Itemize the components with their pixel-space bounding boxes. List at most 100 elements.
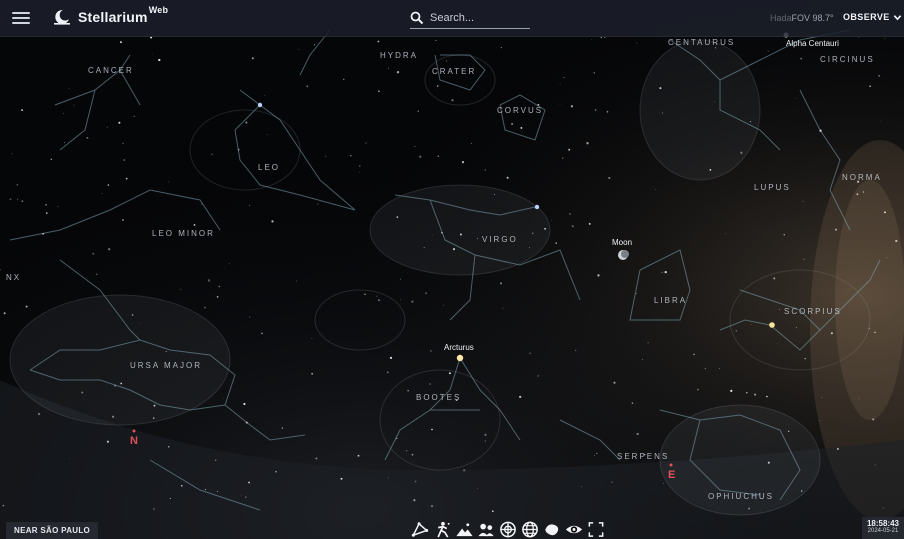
background-star [880,120,882,122]
background-star [357,454,360,457]
background-star [532,232,534,234]
background-star [168,181,169,183]
background-star [477,488,478,490]
observe-menu-button[interactable]: OBSERVE [843,12,902,22]
background-star [830,332,833,335]
background-star [555,242,557,244]
azimuthal-grid-icon[interactable] [498,520,518,539]
constellation-label: VIRGO [482,235,518,244]
constellation-lines-icon[interactable] [410,520,430,539]
background-star [69,458,71,460]
constellation-art-icon[interactable] [432,520,452,539]
night-mode-icon[interactable] [564,520,584,539]
background-star [340,477,343,480]
background-star [459,233,462,236]
background-star [874,464,876,466]
background-star [118,121,121,124]
background-star [311,338,313,339]
location-button[interactable]: NEAR SÃO PAULO [6,522,99,539]
background-star [484,440,486,442]
background-star [414,145,416,147]
fullscreen-icon[interactable] [586,520,606,539]
background-star [519,395,522,399]
background-star [364,293,366,295]
background-star [872,418,875,421]
object-label-moon[interactable]: Moon [612,238,632,247]
background-star [413,499,416,502]
arcturus-marker[interactable] [456,354,464,362]
background-star [719,368,720,369]
menu-icon[interactable] [12,9,30,27]
background-star [563,76,565,79]
background-star [214,459,217,462]
object-label-alpha-centauri[interactable]: Alpha Centauri [786,39,839,48]
background-star [63,142,65,143]
background-star [636,432,639,436]
spica-star[interactable] [534,204,540,210]
background-star [240,494,242,496]
background-star [491,510,494,513]
background-star [378,90,380,93]
background-star [249,204,251,206]
background-star [306,85,309,88]
landscape-icon[interactable] [454,520,474,539]
sky-view[interactable]: CANCER HYDRA CRATER CORVUS CENTAURUS CIR… [0,0,904,539]
background-star [452,248,456,251]
background-star [801,490,803,492]
background-star [342,78,345,81]
background-star [591,39,592,41]
background-star [748,507,751,510]
antares-star[interactable] [769,322,775,328]
background-star [631,402,634,404]
regulus-star[interactable] [257,102,263,108]
background-star [350,155,352,157]
background-star [63,113,65,114]
background-star [315,457,318,460]
background-star [749,120,752,123]
background-star [281,427,284,429]
background-star [869,85,871,88]
background-star [193,223,196,226]
background-star [559,83,561,85]
atmosphere-icon[interactable] [476,520,496,539]
nebulae-icon[interactable] [542,520,562,539]
background-star [714,47,717,49]
background-star [417,110,420,112]
background-star [107,184,110,186]
search-input[interactable] [430,12,526,24]
background-star [448,372,451,375]
background-star [551,220,552,221]
constellation-label: NX [6,273,21,282]
background-star [435,40,437,41]
background-star [123,159,126,161]
background-star [245,121,248,124]
background-star [388,67,390,69]
background-star [608,176,611,180]
background-star [261,332,263,335]
background-star [228,263,230,264]
background-star [96,273,98,275]
search-box[interactable] [410,8,530,29]
background-star [569,213,571,215]
background-star [500,282,502,285]
constellation-label: CENTAURUS [668,38,735,47]
background-star [180,288,182,290]
object-label-arcturus[interactable]: Arcturus [444,343,474,352]
background-star [45,204,47,206]
chevron-down-icon [893,14,901,20]
equatorial-grid-icon[interactable] [520,520,540,539]
background-star [882,507,884,509]
background-star [804,357,806,360]
constellation-label: SCORPIUS [784,307,842,316]
background-star [251,57,254,60]
background-star [133,115,135,117]
background-star [597,274,600,277]
background-star [237,148,240,151]
datetime-button[interactable]: 18:58:43 2024-05-21 [862,517,904,539]
background-star [571,225,574,228]
background-star [858,398,860,400]
background-star [101,193,103,194]
search-icon[interactable] [410,11,424,25]
background-star [562,157,564,159]
background-star [596,452,598,454]
